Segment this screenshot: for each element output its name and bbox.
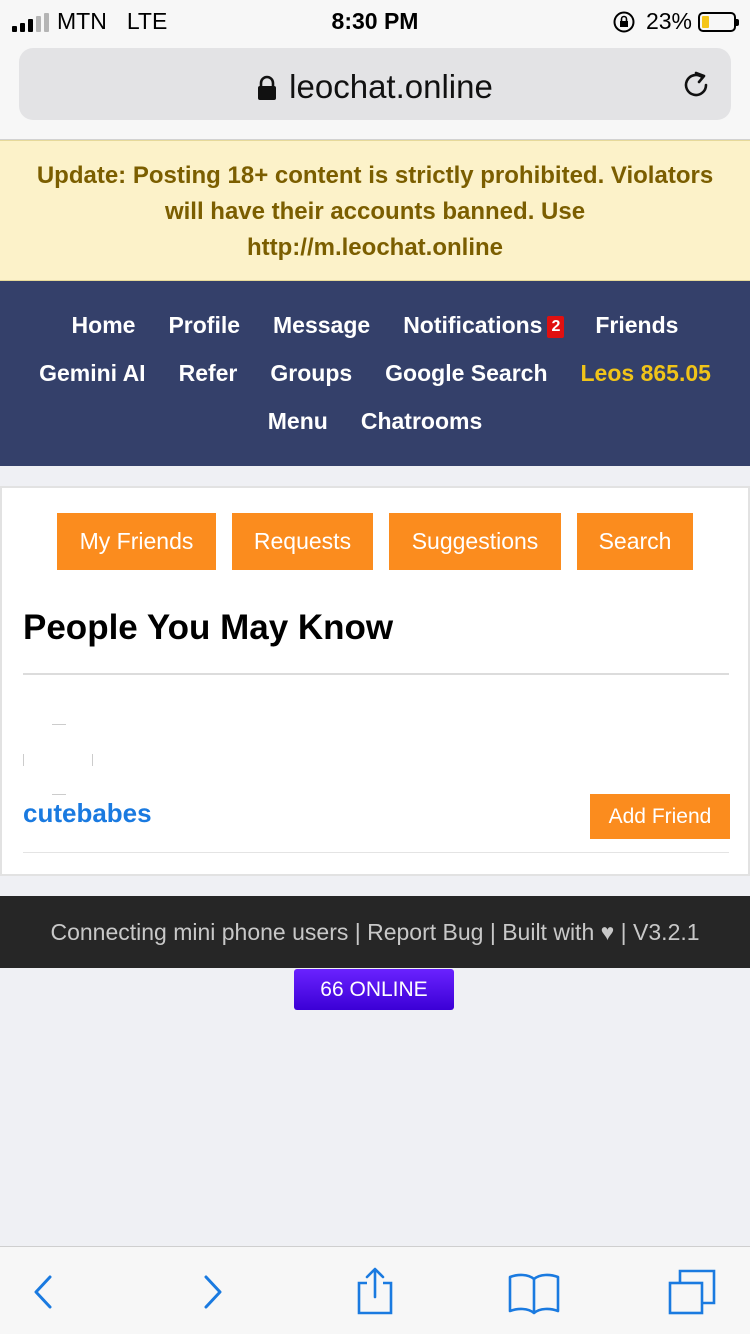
nav-profile[interactable]: Profile — [168, 312, 240, 339]
rotation-lock-icon — [613, 11, 635, 32]
nav-message[interactable]: Message — [273, 312, 370, 339]
reload-icon[interactable] — [679, 68, 713, 102]
share-icon[interactable] — [347, 1267, 403, 1317]
update-notice: Update: Posting 18+ content is strictly … — [0, 140, 750, 281]
tab-requests[interactable]: Requests — [232, 513, 373, 570]
tab-my-friends[interactable]: My Friends — [57, 513, 216, 570]
nav-chatrooms[interactable]: Chatrooms — [361, 408, 482, 435]
forward-icon[interactable] — [184, 1267, 240, 1317]
nav-gemini-ai[interactable]: Gemini AI — [39, 360, 146, 387]
nav-notifications[interactable]: Notifications 2 — [403, 312, 565, 339]
battery-percent: 23% — [645, 8, 692, 34]
tab-search[interactable]: Search — [577, 513, 693, 570]
nav-friends[interactable]: Friends — [595, 312, 678, 339]
friends-panel: My Friends Requests Suggestions Search P… — [0, 486, 750, 876]
status-bar: MTN LTE 8:30 PM 23% — [0, 0, 750, 42]
bookmarks-icon[interactable] — [506, 1267, 562, 1317]
site-footer: Connecting mini phone users | Report Bug… — [0, 896, 750, 968]
nav-refer[interactable]: Refer — [179, 360, 238, 387]
nav-notifications-label: Notifications — [403, 312, 543, 338]
section-title: People You May Know — [23, 608, 394, 647]
back-icon[interactable] — [16, 1267, 72, 1317]
nav-home[interactable]: Home — [72, 312, 136, 339]
padlock-icon — [258, 75, 277, 100]
main-nav: Home Profile Message Notifications 2 Frie… — [0, 281, 750, 466]
online-count-badge[interactable]: 66 ONLINE — [294, 969, 454, 1010]
nav-leos-balance[interactable]: Leos 865.05 — [581, 360, 711, 387]
notifications-badge: 2 — [547, 316, 565, 338]
nav-groups[interactable]: Groups — [270, 360, 352, 387]
address-bar[interactable]: leochat.online — [19, 48, 731, 120]
nav-menu[interactable]: Menu — [268, 408, 328, 435]
tabs-icon[interactable] — [665, 1267, 721, 1317]
notice-text: Update: Posting 18+ content is strictly … — [36, 162, 714, 261]
divider — [23, 673, 729, 675]
nav-google-search[interactable]: Google Search — [385, 360, 547, 387]
battery-icon — [698, 11, 739, 32]
suggested-user-name[interactable]: cutebabes — [23, 798, 152, 829]
add-friend-button[interactable]: Add Friend — [590, 794, 730, 839]
avatar[interactable] — [23, 724, 95, 796]
url-text: leochat.online — [289, 68, 493, 105]
browser-address-area: leochat.online — [0, 42, 750, 140]
divider — [23, 852, 729, 853]
tab-suggestions[interactable]: Suggestions — [389, 513, 561, 570]
browser-toolbar — [0, 1246, 750, 1334]
